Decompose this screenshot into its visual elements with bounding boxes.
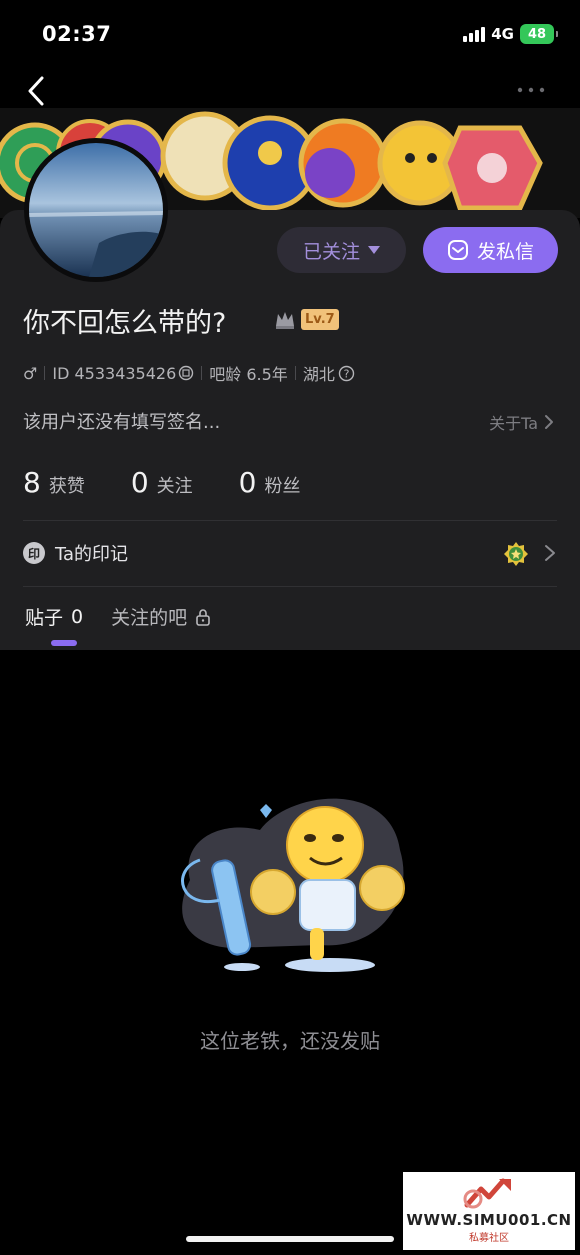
copy-id-icon[interactable] [178,365,194,381]
send-message-button[interactable]: 发私信 [423,227,558,273]
divider [23,586,557,587]
empty-state-message: 这位老铁，还没发贴 [200,1029,380,1053]
mark-badge-icon: 印 [23,542,45,564]
watermark: WWW.SIMU001.CN 私募社区 [403,1172,575,1250]
lock-icon [196,608,210,626]
meta-divider [294,366,296,380]
location: 湖北 [302,365,335,384]
stat-label: 获赞 [48,476,85,497]
battery-level: 48 [527,26,547,42]
stat-following[interactable]: 0 关注 [131,466,193,499]
stats-row: 8 获赞 0 关注 0 粉丝 [23,466,346,499]
level-badge: Lv.7 [301,309,339,330]
network-type: 4G [491,25,514,43]
avatar-image [29,143,163,277]
username: 你不回怎么带的? [23,308,227,339]
signal-icon [463,26,486,42]
tab-posts[interactable]: 贴子 0 [25,603,83,630]
help-icon[interactable]: ? [338,365,355,382]
caret-down-icon [368,246,380,254]
stat-value: 0 [238,466,257,499]
about-link[interactable]: 关于Ta [489,410,554,434]
watermark-url: WWW.SIMU001.CN [406,1211,572,1229]
follow-button-label: 已关注 [302,240,360,263]
back-icon[interactable] [22,74,52,108]
gender-icon: ♂ [23,363,38,383]
more-icon[interactable] [516,82,546,98]
tab-followed-bars[interactable]: 关注的吧 [111,603,211,630]
svg-text:?: ? [343,367,349,380]
bar-age: 吧龄 6.5年 [209,365,288,384]
follow-button[interactable]: 已关注 [277,227,406,273]
user-id: ID 4533435426 [52,363,177,383]
tab-label: 关注的吧 [111,607,188,629]
crown-icon [276,312,294,329]
mail-icon [447,240,468,260]
empty-state-illustration [181,798,405,972]
meta-divider [44,366,46,380]
mark-label: Ta的印记 [55,544,129,565]
avatar[interactable] [24,138,168,282]
stat-value: 0 [130,466,149,499]
home-indicator[interactable] [186,1236,394,1242]
stat-fans[interactable]: 0 粉丝 [239,466,301,499]
watermark-subtitle: 私募社区 [469,1233,509,1244]
profile-meta: ♂ ID 4533435426 吧龄 6.5年 湖北 ? [23,361,355,385]
stat-value: 8 [23,466,41,499]
mark-row[interactable]: 印 Ta的印记 [23,537,557,569]
stat-label: 关注 [156,476,193,497]
about-link-label: 关于Ta [489,414,538,433]
status-bar: 02:37 4G 48 [0,0,580,62]
divider [23,520,557,521]
tab-count: 0 [71,605,84,628]
battery-icon: 48 [520,24,558,44]
chevron-right-icon [545,545,555,561]
meta-divider [201,366,203,380]
status-time: 02:37 [42,22,112,46]
tab-label: 贴子 [25,607,64,629]
signature-text: 该用户还没有填写签名... [23,412,221,433]
medal-icon [504,542,528,566]
profile-tabs: 贴子 0 关注的吧 [25,603,239,630]
active-tab-indicator [51,640,77,646]
send-message-label: 发私信 [476,240,534,263]
stat-label: 粉丝 [264,476,301,497]
status-indicators: 4G 48 [463,24,558,44]
stat-likes[interactable]: 8 获赞 [23,466,85,499]
chevron-right-icon [545,415,553,429]
watermark-logo-icon [463,1178,511,1209]
